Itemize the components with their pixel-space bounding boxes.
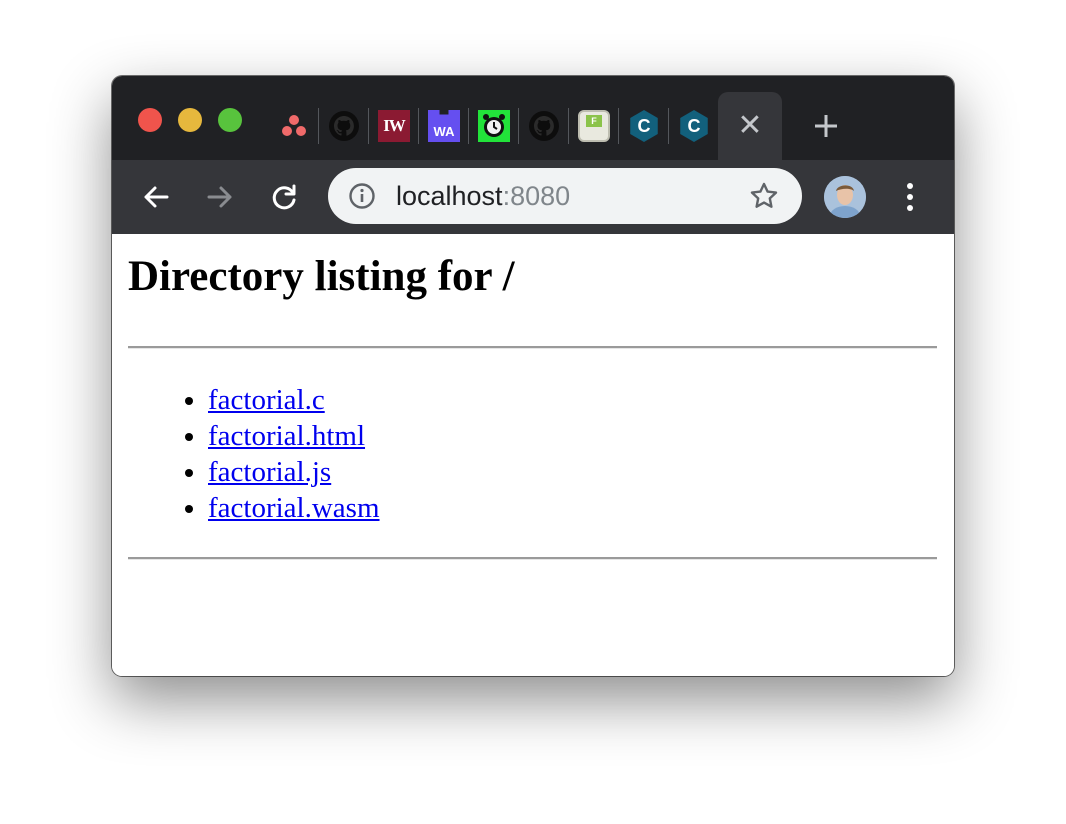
list-item: factorial.html	[208, 418, 380, 454]
tab-asana[interactable]	[276, 106, 312, 146]
file-link-factorial-c[interactable]: factorial.c	[208, 384, 325, 416]
info-icon[interactable]	[346, 180, 378, 212]
reload-button[interactable]	[264, 177, 304, 217]
info-circle-glyph	[349, 183, 375, 209]
tab-floppy[interactable]: F	[576, 106, 612, 146]
floppy-icon: F	[578, 110, 610, 142]
browser-window: IW WA F C C ✕ localhost:8080 Directory l…	[112, 76, 954, 676]
kebab-menu-icon	[907, 183, 913, 211]
window-zoom-button[interactable]	[218, 108, 242, 132]
tab-webassembly[interactable]: WA	[426, 106, 462, 146]
tab-separator	[318, 108, 319, 144]
github-icon	[329, 111, 359, 141]
list-item: factorial.c	[208, 382, 380, 418]
divider	[128, 557, 937, 560]
tab-separator	[368, 108, 369, 144]
tab-github[interactable]	[326, 106, 362, 146]
tab-separator	[668, 108, 669, 144]
plus-icon	[815, 115, 837, 137]
file-link-factorial-js[interactable]: factorial.js	[208, 456, 331, 488]
tab-separator	[418, 108, 419, 144]
browser-toolbar: localhost:8080	[112, 160, 954, 234]
webassembly-icon: WA	[428, 110, 460, 142]
divider	[128, 346, 937, 349]
window-minimize-button[interactable]	[178, 108, 202, 132]
bookmark-star-icon[interactable]	[746, 178, 782, 214]
close-tab-icon[interactable]: ✕	[718, 106, 782, 146]
iw-icon: IW	[378, 110, 410, 142]
codacy-icon: C	[630, 110, 658, 142]
tab-iw[interactable]: IW	[376, 106, 412, 146]
list-item: factorial.wasm	[208, 490, 380, 526]
back-button[interactable]	[136, 177, 176, 217]
tab-separator	[568, 108, 569, 144]
url-text[interactable]: localhost:8080	[396, 168, 570, 224]
tab-alarm-clock[interactable]	[476, 106, 512, 146]
codacy-icon-label: C	[637, 115, 651, 136]
url-host: localhost	[396, 181, 503, 211]
url-port: :8080	[502, 181, 571, 211]
asana-icon	[282, 115, 306, 136]
profile-avatar[interactable]	[824, 176, 866, 218]
profile-photo	[824, 176, 866, 218]
star-glyph	[750, 182, 778, 208]
forward-button[interactable]	[200, 177, 240, 217]
tab-strip: IW WA F C C ✕	[112, 76, 954, 160]
floppy-icon-label: F	[586, 115, 602, 127]
window-close-button[interactable]	[138, 108, 162, 132]
tab-codacy[interactable]: C	[626, 106, 662, 146]
tab-separator	[468, 108, 469, 144]
arrow-right-icon	[207, 186, 232, 208]
webassembly-icon-label: WA	[433, 124, 455, 139]
codacy-icon-label: C	[687, 115, 701, 136]
reload-icon	[272, 184, 296, 210]
tab-separator	[618, 108, 619, 144]
alarm-clock-icon	[478, 110, 510, 142]
address-bar[interactable]: localhost:8080	[328, 168, 802, 224]
file-list: factorial.c factorial.html factorial.js …	[172, 382, 380, 526]
menu-button[interactable]	[892, 177, 928, 217]
tab-separator	[518, 108, 519, 144]
page-content: Directory listing for / factorial.c fact…	[112, 234, 954, 676]
iw-icon-label: IW	[383, 116, 406, 135]
tab-codacy-2[interactable]: C	[676, 106, 712, 146]
tab-github-2[interactable]	[526, 106, 562, 146]
file-link-factorial-wasm[interactable]: factorial.wasm	[208, 492, 380, 524]
new-tab-button[interactable]	[806, 106, 846, 146]
codacy-icon: C	[680, 110, 708, 142]
list-item: factorial.js	[208, 454, 380, 490]
github-icon	[529, 111, 559, 141]
tab-active[interactable]: ✕	[718, 92, 782, 160]
page-title: Directory listing for /	[128, 253, 515, 300]
file-link-factorial-html[interactable]: factorial.html	[208, 420, 365, 452]
arrow-left-icon	[144, 186, 169, 208]
